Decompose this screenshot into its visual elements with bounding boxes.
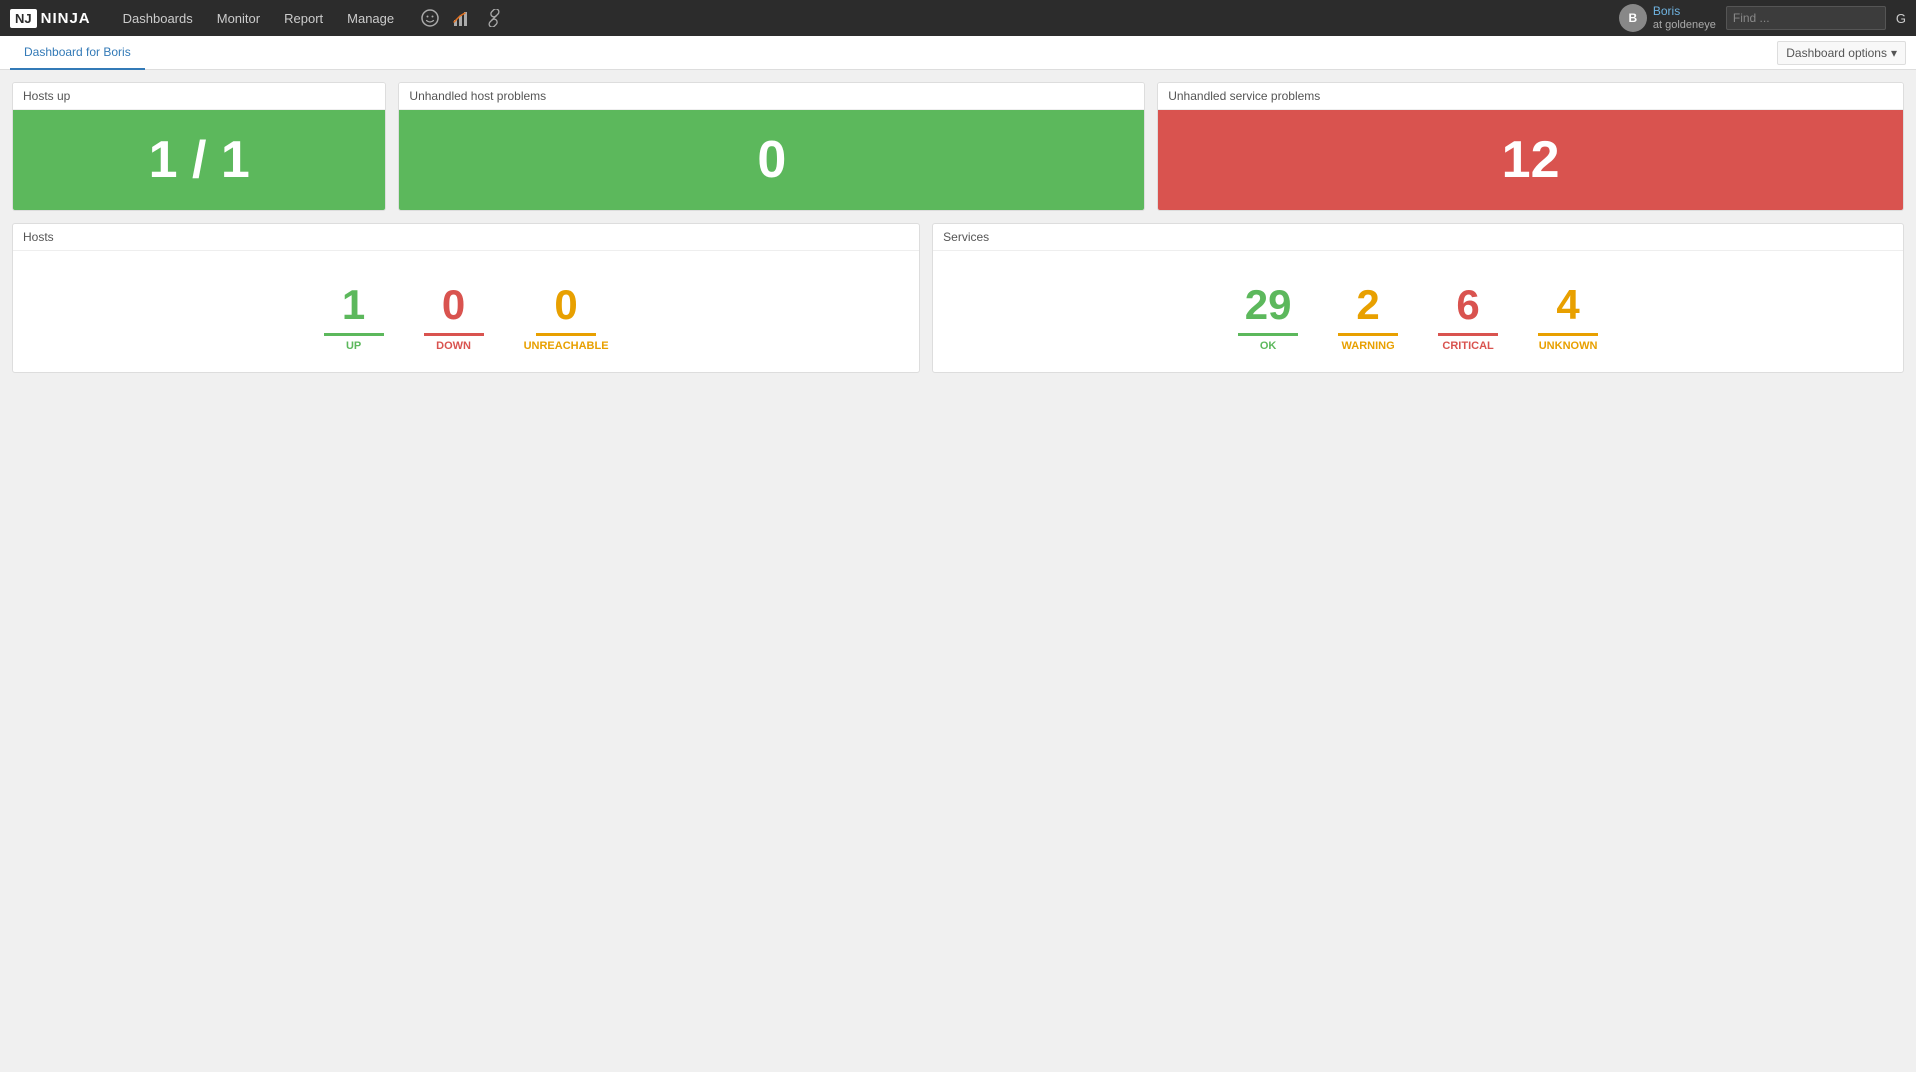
hosts-stats-row: 1 UP 0 DOWN 0 UNREACHABLE [13,251,919,372]
smiley-icon[interactable] [416,4,444,32]
user-info: Boris at goldeneye [1653,4,1716,32]
hosts-down-stat: 0 DOWN [424,281,484,352]
hosts-up-stat: 1 UP [324,281,384,352]
dashboard-options-button[interactable]: Dashboard options ▾ [1777,41,1906,65]
topnav: NJ NINJA Dashboards Monitor Report Manag… [0,0,1916,36]
hosts-unreachable-stat: 0 UNREACHABLE [524,281,609,352]
services-status-label: Services [933,224,1903,251]
nav-item-monitor[interactable]: Monitor [205,0,272,36]
hosts-unreachable-stat-label: UNREACHABLE [524,340,609,352]
services-critical-stat: 6 CRITICAL [1438,281,1498,352]
user-host: at goldeneye [1653,19,1716,32]
main-nav: Dashboards Monitor Report Manage [111,0,406,36]
hosts-up-value: 1 / 1 [149,130,250,190]
logo-ninja-badge: NJ [10,9,37,28]
hosts-status-label: Hosts [13,224,919,251]
services-ok-stat: 29 OK [1238,281,1298,352]
services-unknown-stat: 4 UNKNOWN [1538,281,1598,352]
nav-item-dashboards[interactable]: Dashboards [111,0,205,36]
hosts-unreachable-count: 0 [536,281,596,336]
services-status-panel: Services 29 OK 2 WARNING 6 CRITICAL 4 UN… [932,223,1904,373]
topnav-right: B Boris at goldeneye G [1619,4,1906,32]
user-area: B Boris at goldeneye [1619,4,1716,32]
hosts-status-panel: Hosts 1 UP 0 DOWN 0 UNREACHABLE [12,223,920,373]
hosts-up-stat-label: UP [346,340,361,352]
services-warning-stat-label: WARNING [1341,340,1394,352]
nav-item-report[interactable]: Report [272,0,335,36]
dashboard-options-label: Dashboard options [1786,46,1887,60]
services-ok-stat-label: OK [1260,340,1277,352]
hosts-up-count: 1 [324,281,384,336]
top-panels: Hosts up 1 / 1 Unhandled host problems 0… [12,82,1904,211]
sub-tabs: Dashboard for Boris [10,36,145,70]
unhandled-host-value: 0 [757,130,786,190]
bottom-panels: Hosts 1 UP 0 DOWN 0 UNREACHABLE Services [12,223,1904,373]
unhandled-service-panel: Unhandled service problems 12 [1157,82,1904,211]
hosts-down-count: 0 [424,281,484,336]
search-input[interactable] [1726,6,1886,30]
unhandled-service-value: 12 [1502,130,1560,190]
services-critical-stat-label: CRITICAL [1442,340,1493,352]
chevron-down-icon: ▾ [1891,46,1897,60]
services-warning-stat: 2 WARNING [1338,281,1398,352]
hosts-up-panel: Hosts up 1 / 1 [12,82,386,211]
services-warning-count: 2 [1338,281,1398,336]
hosts-up-label: Hosts up [13,83,385,110]
subnav: Dashboard for Boris Dashboard options ▾ [0,36,1916,70]
nav-icon-group [416,4,508,32]
unhandled-host-panel: Unhandled host problems 0 [398,82,1145,211]
main-content: Hosts up 1 / 1 Unhandled host problems 0… [0,70,1916,385]
graph-icon[interactable] [448,4,476,32]
link-icon[interactable] [480,4,508,32]
logo-text: NINJA [41,10,91,27]
search-go-button[interactable]: G [1896,11,1906,26]
unhandled-host-label: Unhandled host problems [399,83,1144,110]
hosts-up-value-area: 1 / 1 [13,110,385,210]
hosts-down-stat-label: DOWN [436,340,471,352]
user-name: Boris [1653,4,1716,18]
nav-item-manage[interactable]: Manage [335,0,406,36]
services-ok-count: 29 [1238,281,1298,336]
services-stats-row: 29 OK 2 WARNING 6 CRITICAL 4 UNKNOWN [933,251,1903,372]
services-unknown-count: 4 [1538,281,1598,336]
unhandled-host-value-area: 0 [399,110,1144,210]
services-unknown-stat-label: UNKNOWN [1539,340,1598,352]
logo: NJ NINJA [10,9,91,28]
tab-dashboard-boris[interactable]: Dashboard for Boris [10,36,145,70]
unhandled-service-label: Unhandled service problems [1158,83,1903,110]
avatar: B [1619,4,1647,32]
services-critical-count: 6 [1438,281,1498,336]
unhandled-service-value-area: 12 [1158,110,1903,210]
